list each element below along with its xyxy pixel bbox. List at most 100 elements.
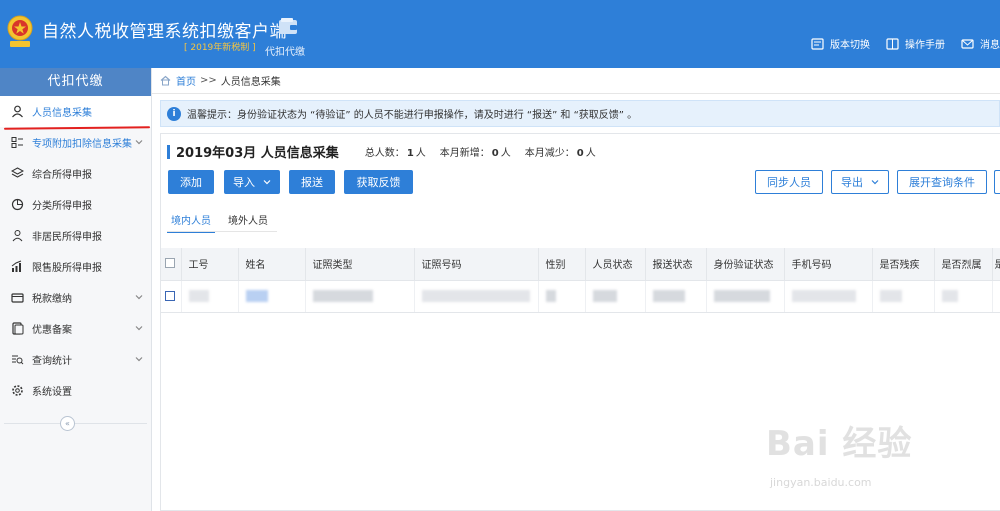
sidebar-item-label: 查询统计 <box>32 356 72 367</box>
sidebar-item-special-deduction[interactable]: 专项附加扣除信息采集 <box>0 127 151 158</box>
baidu-jingyan-watermark: Bai 经验 jingyan.baidu.com <box>758 410 978 500</box>
switch-icon <box>811 37 824 50</box>
redacted-cell <box>585 280 646 313</box>
redacted-cell <box>538 280 586 313</box>
panel-title: 2019年03月 人员信息采集 <box>176 146 339 161</box>
redacted-cell <box>238 280 306 313</box>
chevron-down-icon <box>135 326 143 331</box>
redacted-cell <box>645 280 707 313</box>
person-outline-icon <box>10 229 24 243</box>
col-header[interactable]: 是否残疾 <box>872 248 935 281</box>
sidebar-item-label: 非居民所得申报 <box>32 232 102 243</box>
book-icon <box>886 37 899 50</box>
redacted-cell <box>181 280 239 313</box>
table-row[interactable] <box>161 280 1000 313</box>
col-header[interactable]: 是 <box>992 248 1000 281</box>
sidebar-collapse-button[interactable]: « <box>60 416 75 431</box>
sidebar-item-classified[interactable]: 分类所得申报 <box>0 189 151 220</box>
watermark-site: jingyan.baidu.com <box>770 476 872 489</box>
messages-label: 消息 <box>980 40 1000 51</box>
redacted-cell <box>992 280 1000 313</box>
watermark-logo: Bai 经验 <box>766 424 913 464</box>
col-header[interactable]: 姓名 <box>238 248 306 281</box>
sidebar-item-label: 人员信息采集 <box>32 108 92 119</box>
module-tab-withholding[interactable]: 代扣代缴 <box>265 17 310 58</box>
tab-overseas[interactable]: 境外人员 <box>224 208 272 233</box>
version-switch-label: 版本切换 <box>830 40 870 51</box>
redacted-cell <box>872 280 935 313</box>
query-icon <box>10 353 24 367</box>
col-header[interactable]: 证照类型 <box>305 248 415 281</box>
tab-domestic[interactable]: 境内人员 <box>167 208 215 233</box>
import-button[interactable]: 导入 <box>224 170 280 194</box>
info-icon: i <box>167 106 181 121</box>
sidebar-item-person-info[interactable]: 人员信息采集 <box>0 96 151 127</box>
select-all-checkbox[interactable] <box>165 258 175 269</box>
row-checkbox[interactable] <box>165 290 175 301</box>
expand-query-button[interactable]: 展开查询条件 <box>897 170 987 194</box>
title-accent-bar <box>167 144 170 159</box>
wallet-icon <box>10 291 24 305</box>
wallet-icon <box>279 18 297 34</box>
messages-link[interactable]: 消息 <box>961 36 1000 51</box>
export-label: 导出 <box>841 176 863 189</box>
stat-total: 总人数： 1 人 <box>364 148 426 159</box>
redacted-cell <box>784 280 873 313</box>
col-header[interactable]: 手机号码 <box>784 248 873 281</box>
tax-emblem-logo <box>7 15 33 47</box>
col-header[interactable]: 身份验证状态 <box>706 248 785 281</box>
col-header[interactable]: 报送状态 <box>645 248 707 281</box>
breadcrumb: 首页 >> 人员信息采集 <box>152 68 1000 94</box>
sync-persons-button[interactable]: 同步人员 <box>755 170 823 194</box>
app-header: 自然人税收管理系统扣缴客户端 [ 2019年新税制 ] 代扣代缴 版本切换 操作… <box>0 0 1000 68</box>
col-header[interactable]: 性别 <box>538 248 586 281</box>
export-button[interactable]: 导出 <box>831 170 889 194</box>
sidebar-item-comprehensive[interactable]: 综合所得申报 <box>0 158 151 189</box>
manual-label: 操作手册 <box>905 40 945 51</box>
more-button[interactable] <box>994 170 1000 194</box>
gear-icon <box>10 384 24 398</box>
sidebar-item-query[interactable]: 查询统计 <box>0 344 151 375</box>
row-select-cell <box>161 280 182 313</box>
col-header[interactable]: 工号 <box>181 248 239 281</box>
sidebar: 代扣代缴 人员信息采集 专项附加扣除信息采集 综合所得申报 分类所得申报 非居民… <box>0 68 152 511</box>
sidebar-divider <box>4 423 147 424</box>
app-subtitle: [ 2019年新税制 ] <box>184 43 256 53</box>
app-title: 自然人税收管理系统扣缴客户端 <box>42 22 287 42</box>
sidebar-title: 代扣代缴 <box>0 68 151 96</box>
col-header[interactable]: 证照号码 <box>414 248 539 281</box>
sidebar-item-label: 限售股所得申报 <box>32 263 102 274</box>
sidebar-item-settings[interactable]: 系统设置 <box>0 375 151 406</box>
sidebar-item-label: 系统设置 <box>32 387 72 398</box>
redacted-cell <box>934 280 993 313</box>
sidebar-item-preferential[interactable]: 优惠备案 <box>0 313 151 344</box>
sidebar-item-restricted-stock[interactable]: 限售股所得申报 <box>0 251 151 282</box>
sidebar-item-nonresident[interactable]: 非居民所得申报 <box>0 220 151 251</box>
sidebar-item-label: 优惠备案 <box>32 325 72 336</box>
home-icon <box>160 75 171 86</box>
list-icon <box>10 136 24 150</box>
header-links: 版本切换 操作手册 消息 <box>795 36 1000 51</box>
stat-reduced: 本月减少： 0 人 <box>524 148 596 159</box>
redacted-cell <box>305 280 415 313</box>
version-switch-link[interactable]: 版本切换 <box>811 36 870 51</box>
tip-text: 温馨提示：身份验证状态为 “待验证” 的人员不能进行申报操作，请及时进行 “报送… <box>187 110 638 121</box>
add-button[interactable]: 添加 <box>168 170 214 194</box>
chevron-down-icon <box>263 180 271 185</box>
submit-button[interactable]: 报送 <box>289 170 335 194</box>
select-all-cell <box>161 248 182 281</box>
breadcrumb-home[interactable]: 首页 <box>176 73 196 88</box>
redacted-cell <box>706 280 785 313</box>
bar-chart-icon <box>10 260 24 274</box>
sidebar-item-tax-payment[interactable]: 税款缴纳 <box>0 282 151 313</box>
chevron-down-icon <box>135 295 143 300</box>
mail-icon <box>961 38 974 49</box>
manual-link[interactable]: 操作手册 <box>886 36 945 51</box>
col-header[interactable]: 人员状态 <box>585 248 646 281</box>
get-feedback-button[interactable]: 获取反馈 <box>344 170 413 194</box>
person-icon <box>10 105 24 119</box>
person-tabs: 境内人员 境外人员 <box>167 208 281 233</box>
import-label: 导入 <box>233 176 255 189</box>
col-header[interactable]: 是否烈属 <box>934 248 993 281</box>
pie-icon <box>10 198 24 212</box>
